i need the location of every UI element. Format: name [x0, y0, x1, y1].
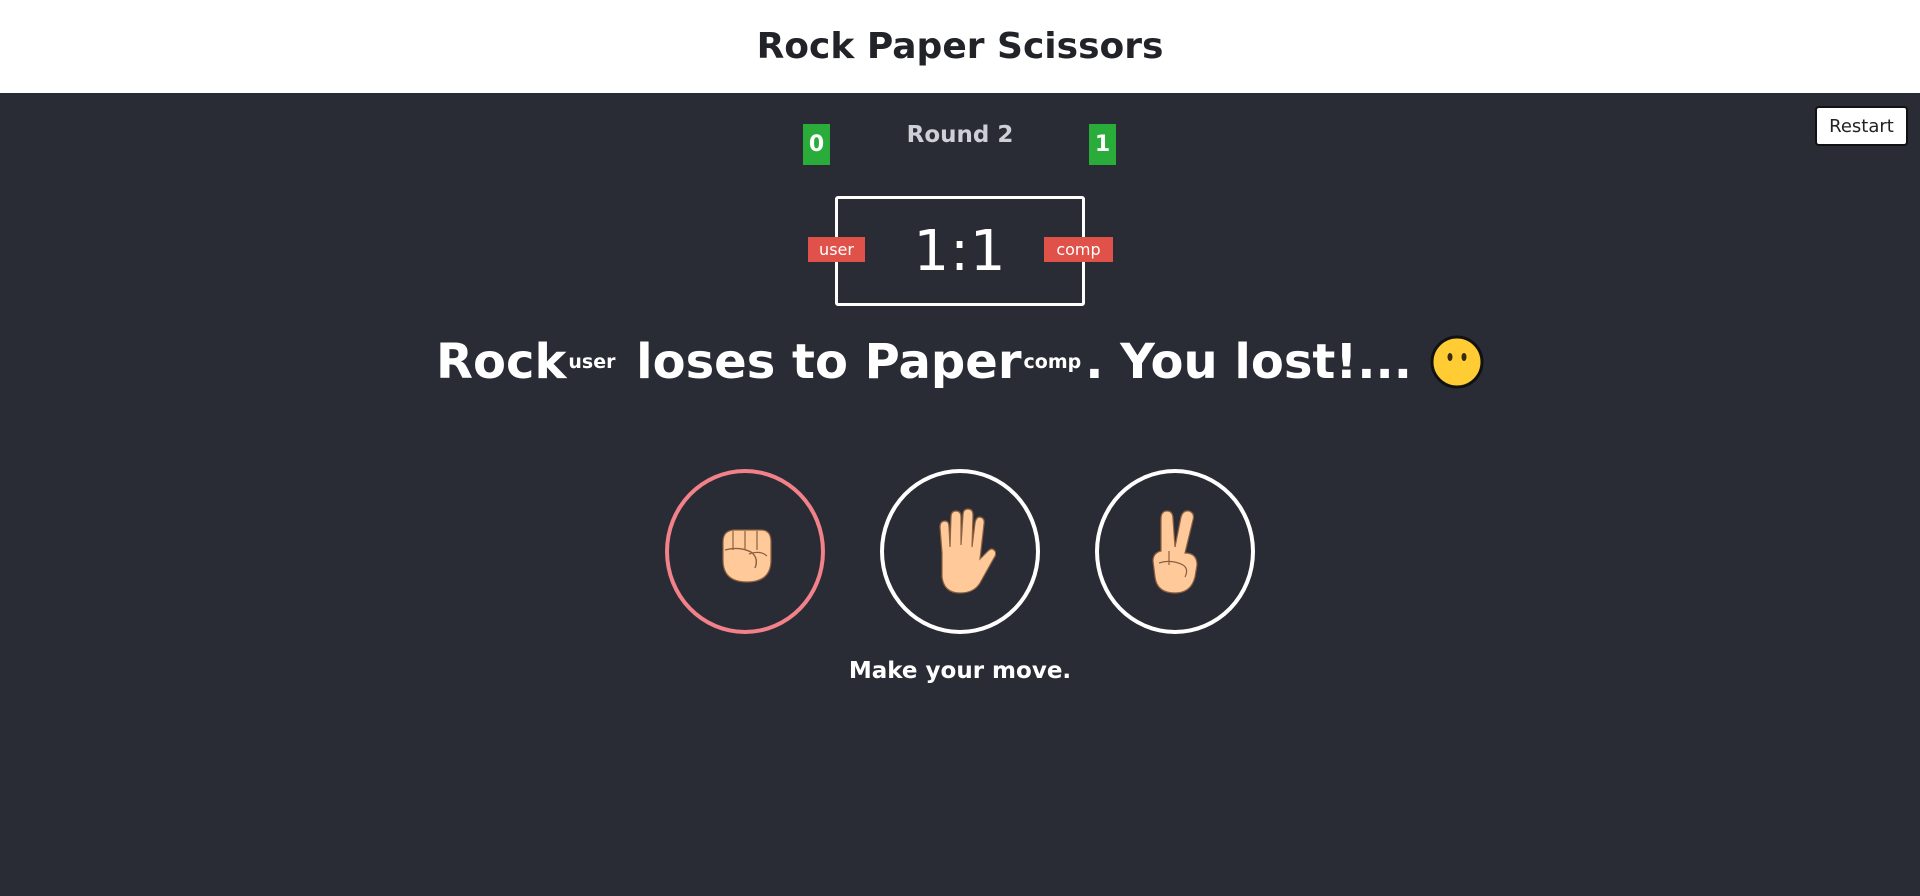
result-comp-sub: comp	[1023, 351, 1082, 373]
round-label: Round 2	[906, 122, 1014, 148]
score-display: 1:1	[913, 218, 1007, 284]
raised-fist-icon	[722, 528, 772, 583]
neutral-face-icon	[1430, 335, 1484, 389]
result-message: Rock user loses to Paper comp. You lost!..…	[0, 334, 1920, 390]
rock-choice-button[interactable]	[665, 469, 825, 634]
result-user-sub: user	[568, 351, 616, 373]
victory-hand-icon	[1152, 509, 1198, 594]
user-wins-badge: 0	[803, 124, 830, 165]
user-tag: user	[808, 237, 865, 262]
comp-tag: comp	[1044, 237, 1113, 262]
comp-wins-badge: 1	[1089, 124, 1116, 165]
restart-button[interactable]: Restart	[1815, 106, 1908, 146]
move-prompt: Make your move.	[848, 658, 1072, 684]
scissors-choice-button[interactable]	[1095, 469, 1255, 634]
raised-hand-icon	[939, 507, 996, 594]
result-comp-move: Paper	[864, 334, 1022, 390]
result-verb: loses to	[619, 334, 865, 390]
paper-choice-button[interactable]	[880, 469, 1040, 634]
app-header: Rock Paper Scissors	[0, 0, 1920, 93]
result-user-move: Rock	[436, 334, 567, 390]
result-outcome: . You lost!...	[1085, 334, 1412, 390]
page-title: Rock Paper Scissors	[756, 26, 1164, 67]
